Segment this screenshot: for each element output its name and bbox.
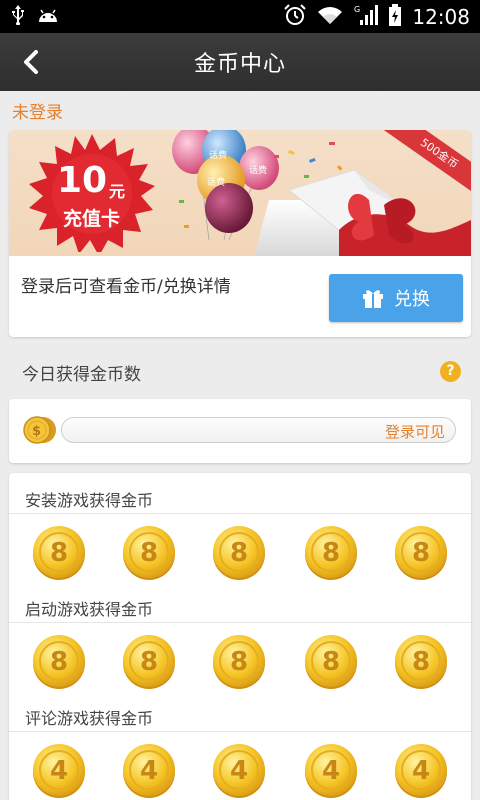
coin-icon: 4 bbox=[213, 744, 265, 798]
banner-unit: 元 bbox=[109, 182, 126, 201]
login-status-link[interactable]: 未登录 bbox=[12, 98, 63, 123]
gift-icon bbox=[363, 290, 383, 308]
coin-icon: 8 bbox=[33, 526, 85, 580]
banner-card-text: 充值卡 bbox=[63, 208, 121, 230]
battery-charging-icon bbox=[388, 3, 402, 30]
login-prompt-text: 登录后可查看金币/兑换详情 bbox=[21, 277, 231, 297]
coin-row-review: 4 4 4 4 4 bbox=[9, 743, 471, 800]
coin-value: 4 bbox=[140, 756, 158, 786]
coin-icon: 8 bbox=[305, 635, 357, 689]
progress-login-text[interactable]: 登录可见 bbox=[385, 421, 445, 442]
coin-value: 8 bbox=[230, 538, 248, 568]
alarm-icon bbox=[284, 3, 307, 30]
coin-value: 4 bbox=[412, 756, 430, 786]
coin-icon: 8 bbox=[305, 526, 357, 580]
coin-icon: 4 bbox=[395, 744, 447, 798]
signal-icon: G bbox=[354, 4, 379, 30]
help-icon[interactable]: ? bbox=[440, 361, 461, 382]
coin-icon: 8 bbox=[123, 635, 175, 689]
back-button[interactable] bbox=[16, 47, 46, 77]
coin-stack-icon: $ bbox=[23, 416, 56, 444]
exchange-card: 话费 话费 话费 10 元 充值卡 500金币 登录后可查看金币/兑换详情 兑换 bbox=[9, 130, 471, 337]
coin-value: 4 bbox=[50, 756, 68, 786]
coin-icon: 8 bbox=[33, 635, 85, 689]
status-bar: G 12:08 bbox=[0, 0, 480, 33]
section-divider bbox=[9, 622, 471, 623]
usb-icon bbox=[10, 4, 26, 29]
today-coins-progress: 登录可见 bbox=[61, 417, 456, 443]
coin-value: 8 bbox=[412, 647, 430, 677]
back-arrow-icon bbox=[24, 50, 38, 74]
coin-value: 8 bbox=[50, 647, 68, 677]
coin-value: 8 bbox=[322, 538, 340, 568]
coin-value: 4 bbox=[322, 756, 340, 786]
svg-text:话费: 话费 bbox=[207, 176, 225, 188]
today-coins-label: 今日获得金币数 bbox=[22, 365, 141, 385]
svg-text:话费: 话费 bbox=[209, 149, 227, 161]
coin-icon: 8 bbox=[395, 526, 447, 580]
section-title-install: 安装游戏获得金币 bbox=[25, 491, 154, 510]
today-coins-card: $ 登录可见 bbox=[9, 399, 471, 463]
recharge-card-banner[interactable]: 话费 话费 话费 10 元 充值卡 500金币 bbox=[9, 130, 471, 256]
page-title: 金币中心 bbox=[193, 52, 286, 77]
coin-row-install: 8 8 8 8 8 bbox=[9, 525, 471, 583]
coin-tasks-card: 安装游戏获得金币 8 8 8 8 8 启动游戏获得金币 8 8 8 8 8 评论游戏获得金币 4… bbox=[9, 473, 471, 800]
coin-icon: 8 bbox=[395, 635, 447, 689]
coin-icon: 4 bbox=[33, 744, 85, 798]
coin-value: 8 bbox=[140, 538, 158, 568]
coin-icon: 4 bbox=[123, 744, 175, 798]
coin-icon: 4 bbox=[305, 744, 357, 798]
coin-value: 8 bbox=[322, 647, 340, 677]
section-title-review: 评论游戏获得金币 bbox=[25, 709, 154, 728]
svg-text:G: G bbox=[354, 5, 360, 14]
exchange-button[interactable]: 兑换 bbox=[329, 274, 463, 322]
exchange-button-label: 兑换 bbox=[394, 289, 430, 310]
coin-value: 4 bbox=[230, 756, 248, 786]
svg-text:话费: 话费 bbox=[249, 164, 267, 176]
coin-row-launch: 8 8 8 8 8 bbox=[9, 634, 471, 692]
wifi-icon bbox=[316, 5, 344, 29]
svg-text:$: $ bbox=[32, 424, 41, 439]
coin-icon: 8 bbox=[213, 635, 265, 689]
banner-amount: 10 bbox=[57, 160, 108, 201]
coin-value: 8 bbox=[140, 647, 158, 677]
section-title-launch: 启动游戏获得金币 bbox=[25, 600, 154, 619]
section-divider bbox=[9, 731, 471, 732]
status-time: 12:08 bbox=[412, 4, 470, 29]
top-nav-bar: 金币中心 bbox=[0, 33, 480, 91]
coin-icon: 8 bbox=[213, 526, 265, 580]
coin-value: 8 bbox=[230, 647, 248, 677]
section-divider bbox=[9, 513, 471, 514]
coin-icon: 8 bbox=[123, 526, 175, 580]
coin-value: 8 bbox=[412, 538, 430, 568]
android-icon bbox=[36, 6, 60, 28]
coin-value: 8 bbox=[50, 538, 68, 568]
